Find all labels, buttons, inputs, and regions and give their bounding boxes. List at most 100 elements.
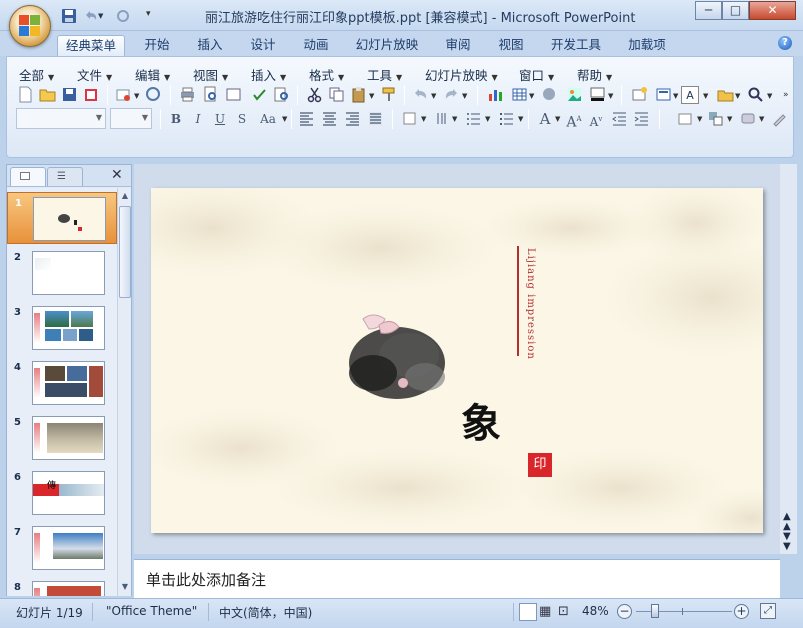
redo-icon[interactable] — [114, 7, 132, 25]
chevron-down-icon[interactable]: ▼ — [462, 92, 467, 100]
align-left-icon[interactable] — [296, 108, 317, 129]
tab-design[interactable]: 设计 — [243, 35, 283, 56]
clipart-icon[interactable] — [539, 84, 560, 105]
font-shrink-icon[interactable]: Av — [587, 109, 605, 129]
insert-picture-icon[interactable] — [564, 84, 585, 105]
tab-review[interactable]: 审阅 — [438, 35, 478, 56]
scroll-down-icon[interactable]: ▼ — [119, 581, 131, 593]
chevron-down-icon[interactable]: ▼ — [767, 92, 772, 100]
copy-icon[interactable] — [326, 84, 347, 105]
bullets-icon[interactable] — [496, 108, 517, 129]
shadow-button[interactable]: S — [233, 109, 251, 129]
language-indicator[interactable]: 中文(简体，中国) — [219, 604, 312, 621]
slideshow-view-icon[interactable]: ⊡ — [558, 604, 569, 619]
menu-file[interactable]: 文件 ▼ — [77, 65, 112, 84]
menu-view[interactable]: 视图 ▼ — [193, 65, 228, 84]
minimize-button[interactable]: ─ — [695, 1, 722, 20]
underline-button[interactable]: U — [211, 109, 229, 129]
close-button[interactable]: ✕ — [749, 1, 796, 20]
chevron-down-icon[interactable]: ▼ — [529, 92, 534, 100]
slide-design-icon[interactable] — [675, 108, 696, 129]
slide-thumbnail-2[interactable]: 2 — [7, 247, 117, 299]
publish-icon[interactable] — [143, 84, 164, 105]
notes-pane[interactable]: 单击此处添加备注 — [134, 559, 780, 598]
fit-to-window-icon[interactable]: ⤢ — [760, 603, 776, 619]
tab-addins[interactable]: 加载项 — [621, 35, 673, 56]
numbering-icon[interactable] — [463, 108, 484, 129]
align-center-icon[interactable] — [319, 108, 340, 129]
normal-view-icon[interactable] — [519, 603, 537, 621]
page-setup-icon[interactable] — [223, 84, 244, 105]
email-icon[interactable] — [113, 84, 134, 105]
theme-name[interactable]: "Office Theme" — [106, 604, 197, 618]
open-folder-icon[interactable] — [37, 84, 58, 105]
font-grow-icon[interactable]: AA — [565, 109, 583, 131]
next-slide-icon[interactable]: ▼ ▼ — [783, 532, 791, 552]
print-icon[interactable] — [177, 84, 198, 105]
office-button[interactable] — [9, 5, 51, 47]
line-spacing-icon[interactable] — [430, 108, 451, 129]
print-preview-icon[interactable] — [200, 84, 221, 105]
align-right-icon[interactable] — [342, 108, 363, 129]
zoom-out-icon[interactable]: − — [617, 604, 632, 619]
chevron-down-icon[interactable]: ▼ — [452, 115, 457, 123]
chevron-down-icon[interactable]: ▼ — [369, 92, 374, 100]
tab-insert[interactable]: 插入 — [190, 35, 230, 56]
current-slide[interactable]: Lijiang impression 象 印 — [151, 188, 763, 533]
chevron-down-icon[interactable]: ▼ — [673, 92, 678, 100]
font-size-combo[interactable]: ▼ — [110, 108, 152, 129]
tab-classic-menu[interactable]: 经典菜单 — [57, 35, 125, 56]
previous-slide-icon[interactable]: ▲ ▲ — [783, 512, 791, 532]
chevron-down-icon[interactable]: ▼ — [697, 115, 702, 123]
redo-icon[interactable] — [441, 84, 462, 105]
text-direction-icon[interactable] — [399, 108, 420, 129]
chevron-down-icon[interactable]: ▼ — [555, 115, 560, 123]
chevron-down-icon[interactable]: ▼ — [421, 115, 426, 123]
increase-font-button[interactable]: A — [536, 109, 554, 129]
menu-window[interactable]: 窗口 ▼ — [519, 65, 554, 84]
cut-icon[interactable] — [304, 84, 325, 105]
shape-outline-icon[interactable] — [769, 108, 790, 129]
slide-thumbnail-7[interactable]: 7 — [7, 522, 117, 574]
shape-fill-icon[interactable] — [738, 108, 759, 129]
text-box-icon[interactable]: A — [681, 86, 699, 104]
chevron-down-icon[interactable]: ▼ — [431, 92, 436, 100]
slide-thumbnail-8[interactable]: 8 — [7, 577, 117, 596]
bold-button[interactable]: B — [167, 109, 185, 129]
slide-thumbnail-6[interactable]: 6 傳 — [7, 467, 117, 519]
tab-slideshow[interactable]: 幻灯片放映 — [350, 35, 424, 56]
arrange-icon[interactable] — [705, 108, 726, 129]
search-icon[interactable] — [745, 84, 766, 105]
layout-icon[interactable] — [653, 84, 674, 105]
slide-thumbnail-3[interactable]: 3 — [7, 302, 117, 354]
save-icon[interactable] — [60, 7, 78, 25]
tab-home[interactable]: 开始 — [137, 35, 177, 56]
chevron-down-icon[interactable]: ▼ — [727, 115, 732, 123]
close-pane-icon[interactable]: ✕ — [111, 167, 123, 183]
chevron-down-icon[interactable]: ▼ — [518, 115, 523, 123]
menu-tools[interactable]: 工具 ▼ — [367, 65, 402, 84]
zoom-slider-thumb[interactable] — [651, 604, 659, 618]
paste-icon[interactable] — [348, 84, 369, 105]
insert-chart-icon[interactable] — [485, 84, 506, 105]
tab-animation[interactable]: 动画 — [296, 35, 336, 56]
menu-insert[interactable]: 插入 ▼ — [251, 65, 286, 84]
zoom-in-icon[interactable]: + — [734, 604, 749, 619]
thumbnail-scrollbar[interactable]: ▲ ▼ — [117, 188, 131, 596]
scroll-up-icon[interactable]: ▲ — [119, 190, 131, 202]
format-painter-icon[interactable] — [379, 84, 400, 105]
scrollbar-thumb[interactable] — [119, 206, 131, 298]
save-icon[interactable] — [59, 84, 80, 105]
chevron-down-icon[interactable]: ▼ — [759, 115, 764, 123]
undo-icon[interactable] — [410, 84, 431, 105]
menu-help[interactable]: 帮助 ▼ — [577, 65, 612, 84]
chevron-down-icon[interactable]: ▼ — [485, 115, 490, 123]
chevron-down-icon[interactable]: ▼ — [608, 92, 613, 100]
menu-format[interactable]: 格式 ▼ — [309, 65, 344, 84]
tab-outline[interactable]: ☰ — [47, 167, 83, 186]
chevron-down-icon[interactable]: ▼ — [134, 92, 139, 100]
permission-icon[interactable] — [81, 84, 102, 105]
menu-all[interactable]: 全部 ▼ — [19, 65, 54, 84]
chevron-down-icon[interactable]: ▼ — [703, 92, 708, 100]
undo-dropdown-icon[interactable]: ▼ — [98, 12, 106, 30]
